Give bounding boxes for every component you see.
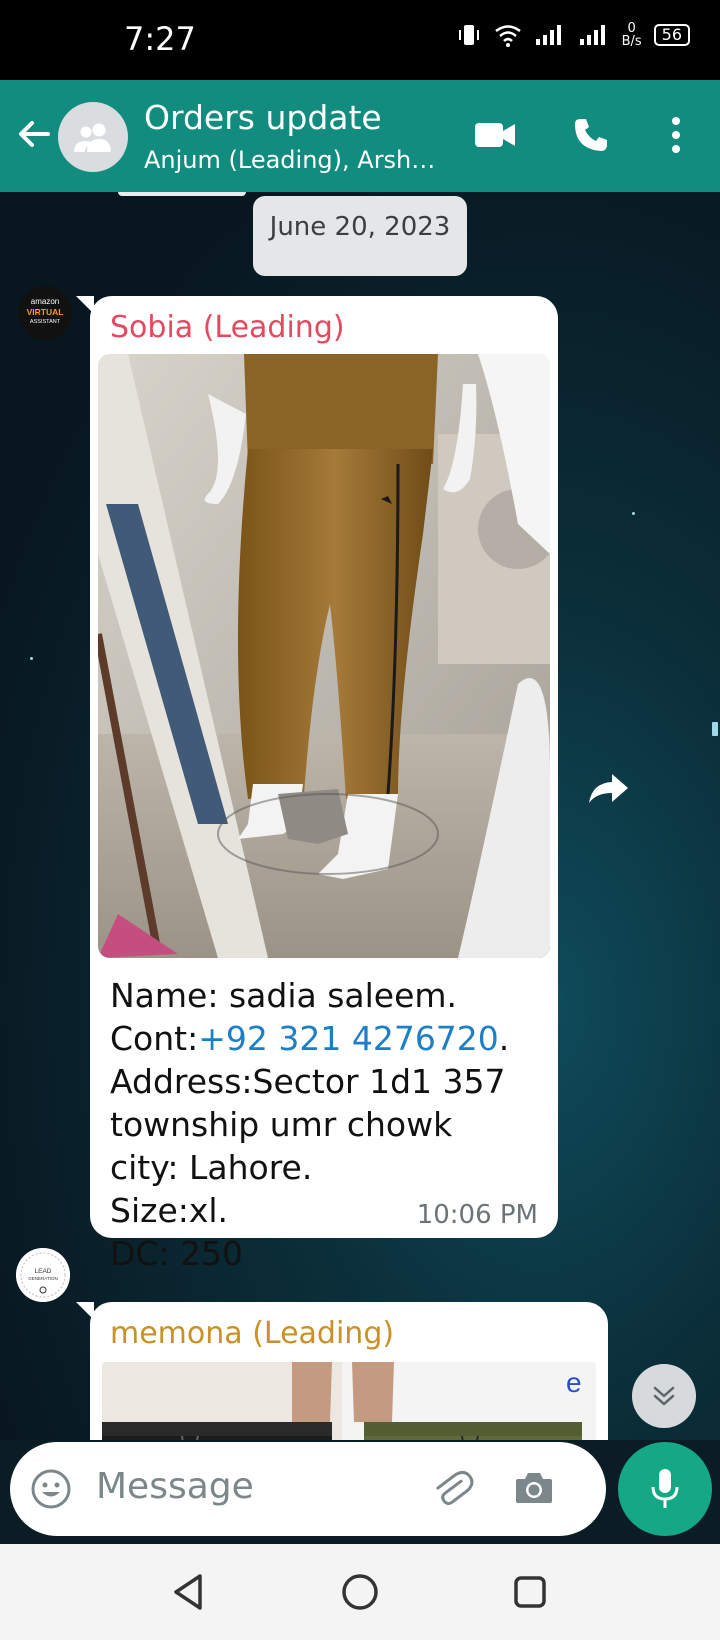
bubble-tail [76, 1302, 94, 1320]
message-bubble[interactable]: Sobia (Leading) Name: sadia saleem. Cont… [76, 296, 558, 1273]
group-avatar[interactable] [58, 102, 128, 172]
more-options-button[interactable] [651, 110, 701, 160]
phone-link[interactable]: +92 321 4276720 [198, 1019, 499, 1058]
chevron-double-down-icon [653, 1386, 675, 1406]
mic-icon [651, 1469, 679, 1508]
nav-back-icon[interactable] [166, 1568, 214, 1616]
prev-chip-edge [118, 192, 246, 196]
status-time: 7:27 [124, 20, 196, 58]
scroll-down-button[interactable] [632, 1364, 696, 1428]
msg-line-dc: DC: 250 [110, 1234, 244, 1273]
battery-indicator: 56 [653, 24, 690, 46]
date-chip: June 20, 2023 [253, 196, 467, 276]
net-speed: 0 B/s [622, 22, 642, 48]
sender-name-2[interactable]: memona (Leading) [110, 1316, 394, 1351]
message-time: 10:06 PM [416, 1200, 538, 1230]
signal-icon-2 [579, 25, 605, 45]
lead-generation-logo-icon: LEAD GENERATION [16, 1248, 70, 1302]
attach-icon[interactable] [430, 1466, 474, 1510]
avatar2-text-2: GENERATION [28, 1276, 57, 1281]
contact-prefix: Cont: [110, 1019, 199, 1058]
bubble-tail [76, 296, 94, 314]
bg-star [712, 722, 718, 736]
message-input-box[interactable]: Message [10, 1442, 606, 1536]
msg-line-name: Name: sadia saleem. [110, 976, 458, 1015]
product-photo-image [98, 354, 550, 958]
status-icons: 0 B/s 56 [456, 22, 690, 48]
bg-star [632, 512, 635, 515]
contact-suffix: . [498, 1019, 510, 1058]
avatar-text-2: VIRTUAL [27, 307, 64, 317]
vibrate-icon [458, 25, 479, 45]
bg-star [30, 657, 33, 660]
signal-icon [535, 25, 561, 45]
wifi-icon [494, 25, 521, 47]
msg-line-city: city: Lahore. [110, 1148, 313, 1187]
avatar-text-1: amazon [31, 297, 59, 306]
message-photo[interactable] [98, 354, 550, 958]
photo-watermark: e [566, 1367, 582, 1398]
video-call-button[interactable] [470, 110, 520, 160]
more-vert-icon [672, 117, 680, 153]
mic-button[interactable] [618, 1442, 712, 1536]
sender-name[interactable]: Sobia (Leading) [110, 310, 345, 345]
status-bar: 7:27 0 B/s 56 [0, 0, 720, 80]
forward-icon[interactable] [586, 770, 630, 806]
camera-icon[interactable] [512, 1466, 556, 1510]
sender-avatar-2[interactable]: LEAD GENERATION [16, 1248, 70, 1302]
chat-subtitle[interactable]: Anjum (Leading), Arshi (... [144, 146, 440, 174]
amazon-logo-icon: amazon VIRTUAL ASSISTANT [18, 286, 72, 340]
group-icon [74, 123, 111, 152]
avatar-text-3: ASSISTANT [30, 319, 61, 325]
net-speed-unit: B/s [621, 34, 642, 49]
emoji-icon[interactable] [30, 1468, 72, 1510]
voice-call-button[interactable] [566, 110, 616, 160]
msg-line-address-2: township umr chowk [110, 1105, 453, 1144]
back-arrow-icon[interactable] [12, 112, 56, 156]
video-call-icon [475, 123, 515, 147]
sender-avatar[interactable]: amazon VIRTUAL ASSISTANT [18, 286, 72, 340]
avatar2-text-1: LEAD [35, 1268, 52, 1275]
msg-line-contact: Cont:+92 321 4276720. [110, 1017, 509, 1060]
nav-home-icon[interactable] [336, 1568, 384, 1616]
chat-area[interactable]: June 20, 2023 amazon VIRTUAL ASSISTANT S… [0, 192, 720, 1544]
chat-header: Orders update Anjum (Leading), Arshi (..… [0, 80, 720, 192]
chat-title[interactable]: Orders update [144, 98, 382, 137]
composer: Message [0, 1440, 720, 1544]
message-input[interactable]: Message [96, 1466, 254, 1507]
phone-icon [575, 119, 607, 151]
msg-line-address-1: Address:Sector 1d1 357 [110, 1062, 506, 1101]
system-nav-bar [0, 1544, 720, 1640]
nav-recents-icon[interactable] [506, 1568, 554, 1616]
